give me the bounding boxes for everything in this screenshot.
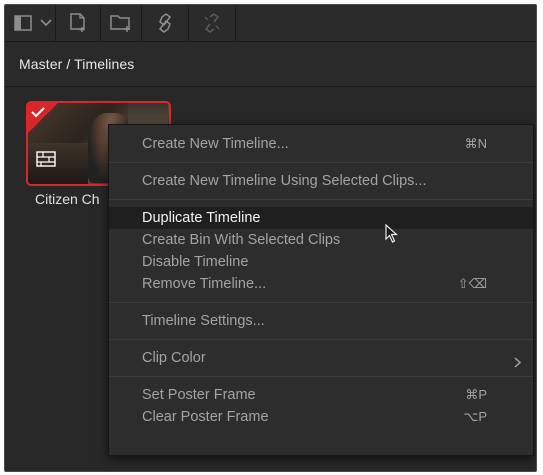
- menu-item-shortcut: ⌘N: [464, 136, 487, 151]
- menu-item-create-timeline-from-clips[interactable]: Create New Timeline Using Selected Clips…: [109, 170, 533, 192]
- menu-separator: [109, 162, 533, 163]
- new-bin-button[interactable]: [101, 5, 142, 41]
- menu-item-label: Create New Timeline Using Selected Clips…: [142, 173, 427, 189]
- new-document-icon: [69, 13, 87, 33]
- menu-item-label: Clear Poster Frame: [142, 409, 269, 425]
- menu-separator: [109, 376, 533, 377]
- menu-item-create-bin-with-clips[interactable]: Create Bin With Selected Clips: [109, 229, 533, 251]
- menu-item-create-new-timeline[interactable]: Create New Timeline... ⌘N: [109, 133, 533, 155]
- checkmark-icon: [31, 105, 45, 123]
- media-pool-toolbar: [5, 5, 536, 42]
- menu-item-disable-timeline[interactable]: Disable Timeline: [109, 251, 533, 273]
- context-menu: Create New Timeline... ⌘N Create New Tim…: [108, 124, 534, 456]
- menu-item-shortcut: ⌥P: [463, 409, 487, 424]
- new-folder-icon: [110, 13, 132, 33]
- timeline-clip-name[interactable]: Citizen Ch: [35, 191, 100, 207]
- menu-separator: [109, 339, 533, 340]
- relink-icon: [154, 13, 176, 33]
- menu-item-label: Create Bin With Selected Clips: [142, 232, 341, 248]
- menu-item-shortcut: ⇧⌫: [457, 276, 487, 291]
- media-pool-panel: Master / Timelines Citizen Ch Create New…: [4, 4, 537, 472]
- timeline-icon: [36, 151, 56, 172]
- menu-item-timeline-settings[interactable]: Timeline Settings...: [109, 310, 533, 332]
- sidebar-panel-icon: [14, 15, 32, 31]
- menu-item-remove-timeline[interactable]: Remove Timeline... ⇧⌫: [109, 273, 533, 295]
- menu-item-label: Duplicate Timeline: [142, 210, 261, 226]
- menu-item-label: Clip Color: [142, 350, 206, 366]
- chevron-right-icon: [514, 353, 522, 375]
- menu-separator: [109, 302, 533, 303]
- breadcrumb[interactable]: Master / Timelines: [19, 56, 134, 72]
- menu-item-duplicate-timeline[interactable]: Duplicate Timeline: [109, 207, 533, 229]
- menu-item-clip-color[interactable]: Clip Color: [109, 347, 533, 369]
- unlink-icon: [201, 13, 223, 33]
- menu-item-clear-poster-frame[interactable]: Clear Poster Frame ⌥P: [109, 406, 533, 428]
- menu-separator: [109, 199, 533, 200]
- chevron-down-icon[interactable]: [40, 19, 52, 27]
- view-toggle-button[interactable]: [5, 5, 56, 41]
- menu-item-label: Disable Timeline: [142, 254, 249, 270]
- bin-header: Master / Timelines: [5, 42, 536, 87]
- unlink-button[interactable]: [189, 5, 236, 41]
- menu-item-label: Set Poster Frame: [142, 387, 256, 403]
- menu-item-label: Remove Timeline...: [142, 276, 267, 292]
- menu-item-set-poster-frame[interactable]: Set Poster Frame ⌘P: [109, 384, 533, 406]
- menu-item-label: Create New Timeline...: [142, 136, 289, 152]
- mouse-pointer-icon: [385, 223, 399, 249]
- menu-item-label: Timeline Settings...: [142, 313, 265, 329]
- relink-button[interactable]: [142, 5, 189, 41]
- new-clip-button[interactable]: [56, 5, 101, 41]
- menu-item-shortcut: ⌘P: [465, 387, 487, 402]
